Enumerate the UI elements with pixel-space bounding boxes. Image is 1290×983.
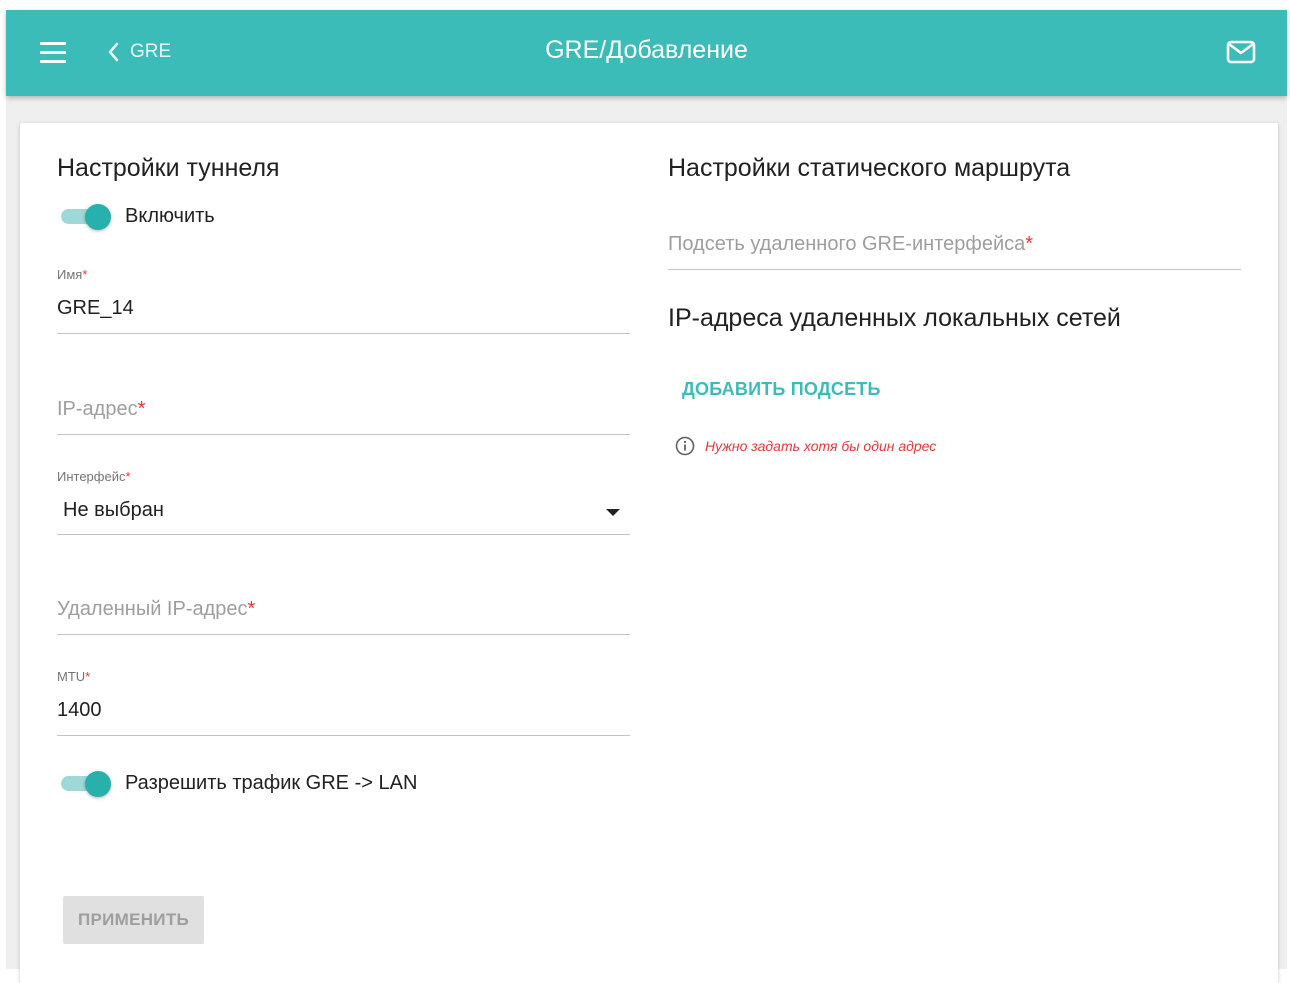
name-field[interactable]: Имя* GRE_14 [57, 267, 630, 335]
enable-label: Включить [125, 205, 215, 227]
mtu-field[interactable]: MTU* 1400 [57, 669, 630, 737]
remote-lan-title: IP-адреса удаленных локальных сетей [668, 304, 1121, 332]
remote-ip-placeholder: Удаленный IP-адрес [57, 598, 248, 620]
tunnel-settings-title: Настройки туннеля [57, 154, 280, 182]
validation-hint: Нужно задать хотя бы один адрес [675, 436, 936, 456]
page-title: GRE/Добавление [545, 36, 748, 64]
allow-traffic-label: Разрешить трафик GRE -> LAN [125, 772, 418, 794]
mail-icon[interactable] [1226, 40, 1256, 69]
settings-card: Настройки туннеля Включить Имя* GRE_14 I… [20, 123, 1278, 983]
interface-value: Не выбран [63, 499, 164, 521]
add-subnet-button[interactable]: ДОБАВИТЬ ПОДСЕТЬ [682, 379, 881, 400]
apply-button[interactable]: ПРИМЕНИТЬ [63, 896, 204, 944]
remote-subnet-placeholder: Подсеть удаленного GRE-интерфейса [668, 233, 1026, 255]
interface-select[interactable]: Интерфейс* Не выбран [57, 469, 630, 537]
hint-text: Нужно задать хотя бы один адрес [705, 438, 937, 454]
remote-ip-field[interactable]: Удаленный IP-адрес* [57, 598, 630, 638]
app-frame: GRE GRE/Добавление Настройки туннеля Вкл… [6, 10, 1287, 983]
allow-traffic-toggle[interactable] [61, 771, 111, 797]
name-label: Имя [57, 267, 83, 282]
ip-address-field[interactable]: IP-адрес* [57, 398, 630, 438]
top-app-bar: GRE GRE/Добавление [6, 10, 1287, 96]
interface-label: Интерфейс [57, 469, 126, 484]
chevron-down-icon [606, 509, 620, 516]
ip-address-placeholder: IP-адрес [57, 398, 138, 420]
enable-toggle[interactable] [61, 204, 111, 230]
static-route-title: Настройки статического маршрута [668, 154, 1071, 182]
info-icon [675, 436, 695, 456]
remote-subnet-field[interactable]: Подсеть удаленного GRE-интерфейса* [668, 233, 1241, 273]
mtu-label: MTU [57, 669, 86, 684]
mtu-value: 1400 [57, 699, 102, 721]
name-value: GRE_14 [57, 297, 134, 319]
